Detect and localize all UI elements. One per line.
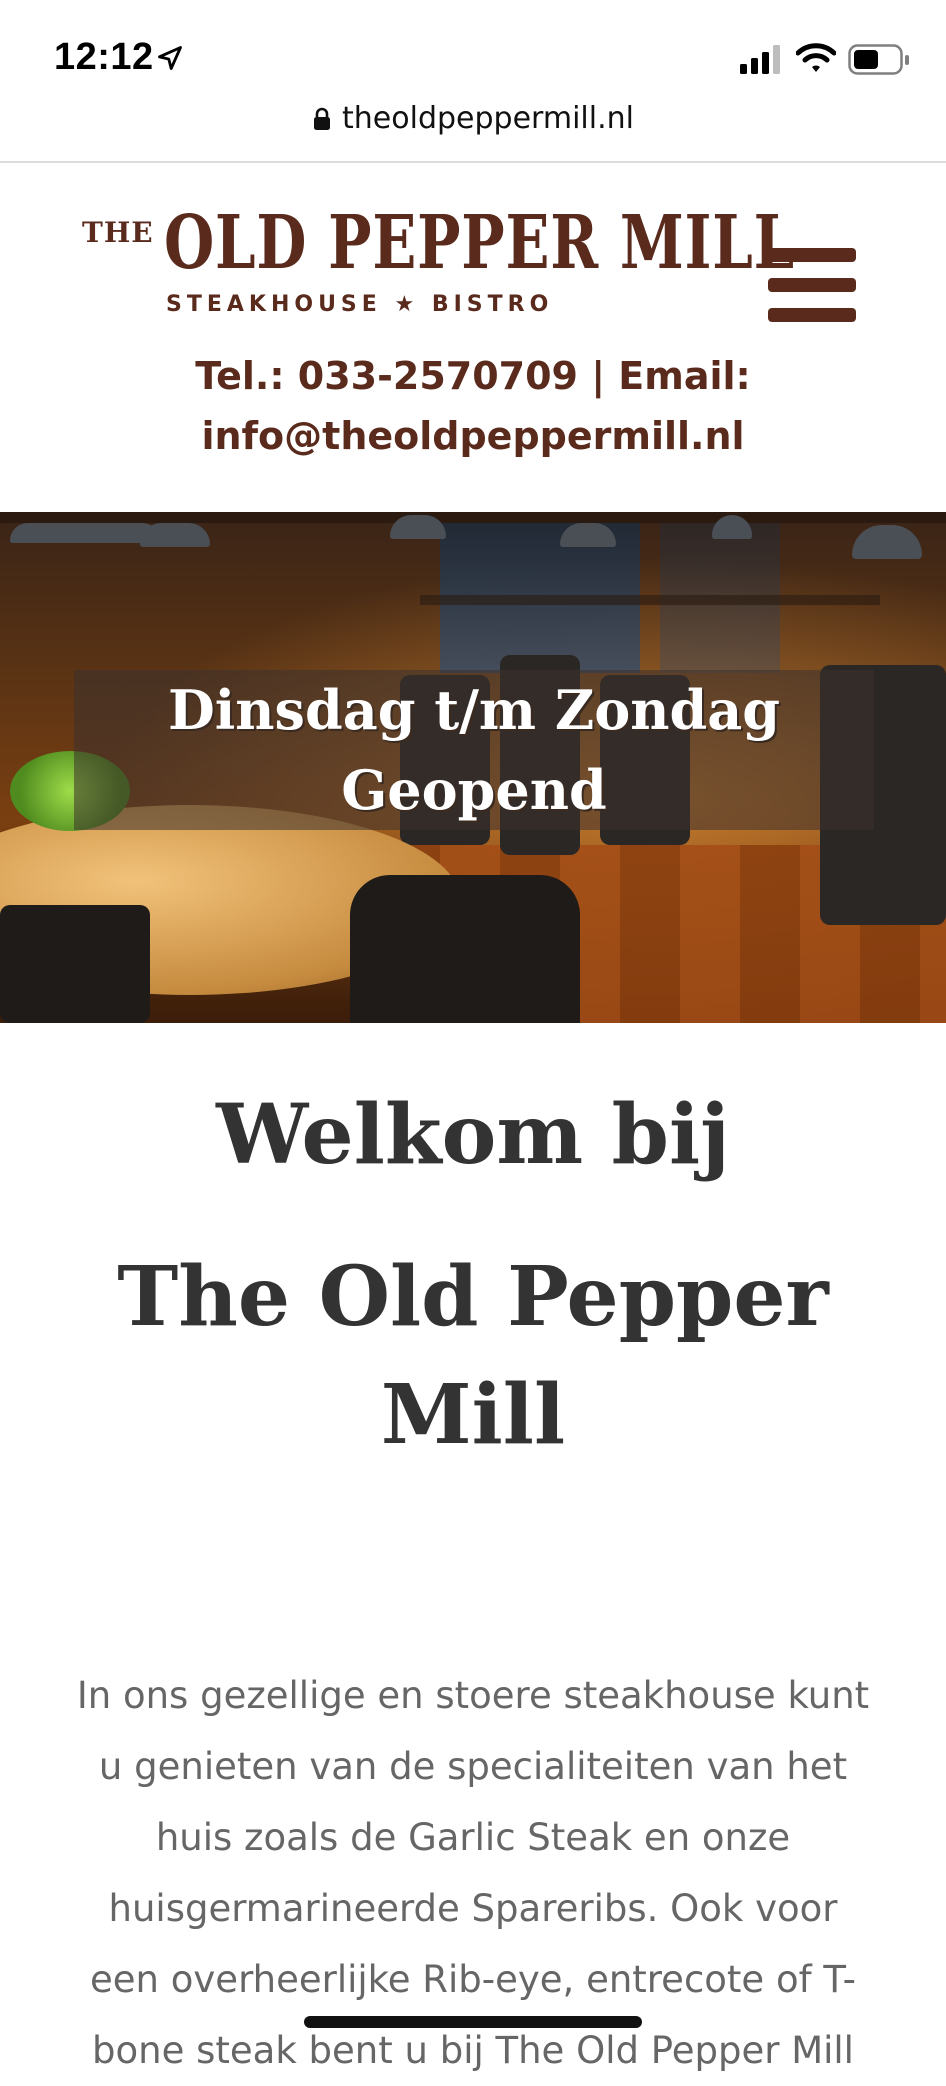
status-time: 12:12 [54,36,154,78]
status-bar: 12:12 [0,0,946,110]
contact-email-link[interactable]: info@theoldpeppermill.nl [201,414,744,458]
welcome-line2: The Old Pepper Mill [117,1249,829,1463]
divider [0,161,946,163]
lock-icon [314,107,331,130]
hero-chair [0,905,150,1023]
welcome-line1: Welkom bij [216,1087,730,1183]
hero-title-line1: Dinsdag t/m Zondag [167,678,781,742]
logo-sub-text: STEAKHOUSE ★ BISTRO [166,292,554,317]
hero-lamp [10,523,160,543]
site-logo[interactable]: THE OLD PEPPER MILL STEAKHOUSE ★ BISTRO [82,200,794,320]
battery-level-fill [854,50,878,69]
hero-title-line2: Geopend [341,758,607,822]
logo-the-text: THE [82,216,154,249]
battery-icon [848,44,909,75]
hero-lamp [390,515,446,539]
hero-lamp [852,525,922,559]
welcome-heading: Welkom bij The Old Pepper Mill [0,1080,946,1474]
location-arrow-icon [158,46,182,70]
contact-line-phone[interactable]: Tel.: 033-2570709 | Email: [0,346,946,406]
url-text: theoldpeppermill.nl [342,101,634,136]
hero-lamp [140,523,210,547]
hero-title: Dinsdag t/m Zondag Geopend [74,670,874,830]
hero-beam [420,595,880,605]
hero-chair [350,875,580,1023]
hero-lamp [560,523,616,547]
home-indicator[interactable] [304,2016,642,2028]
hamburger-menu-icon[interactable] [768,248,858,324]
contact-info: Tel.: 033-2570709 | Email: info@theoldpe… [0,346,946,466]
cellular-signal-icon [740,45,780,74]
wifi-icon [796,43,836,72]
address-bar[interactable]: theoldpeppermill.nl [0,100,946,162]
hero-beam [0,515,946,523]
logo-main-text: OLD PEPPER MILL [164,200,796,286]
